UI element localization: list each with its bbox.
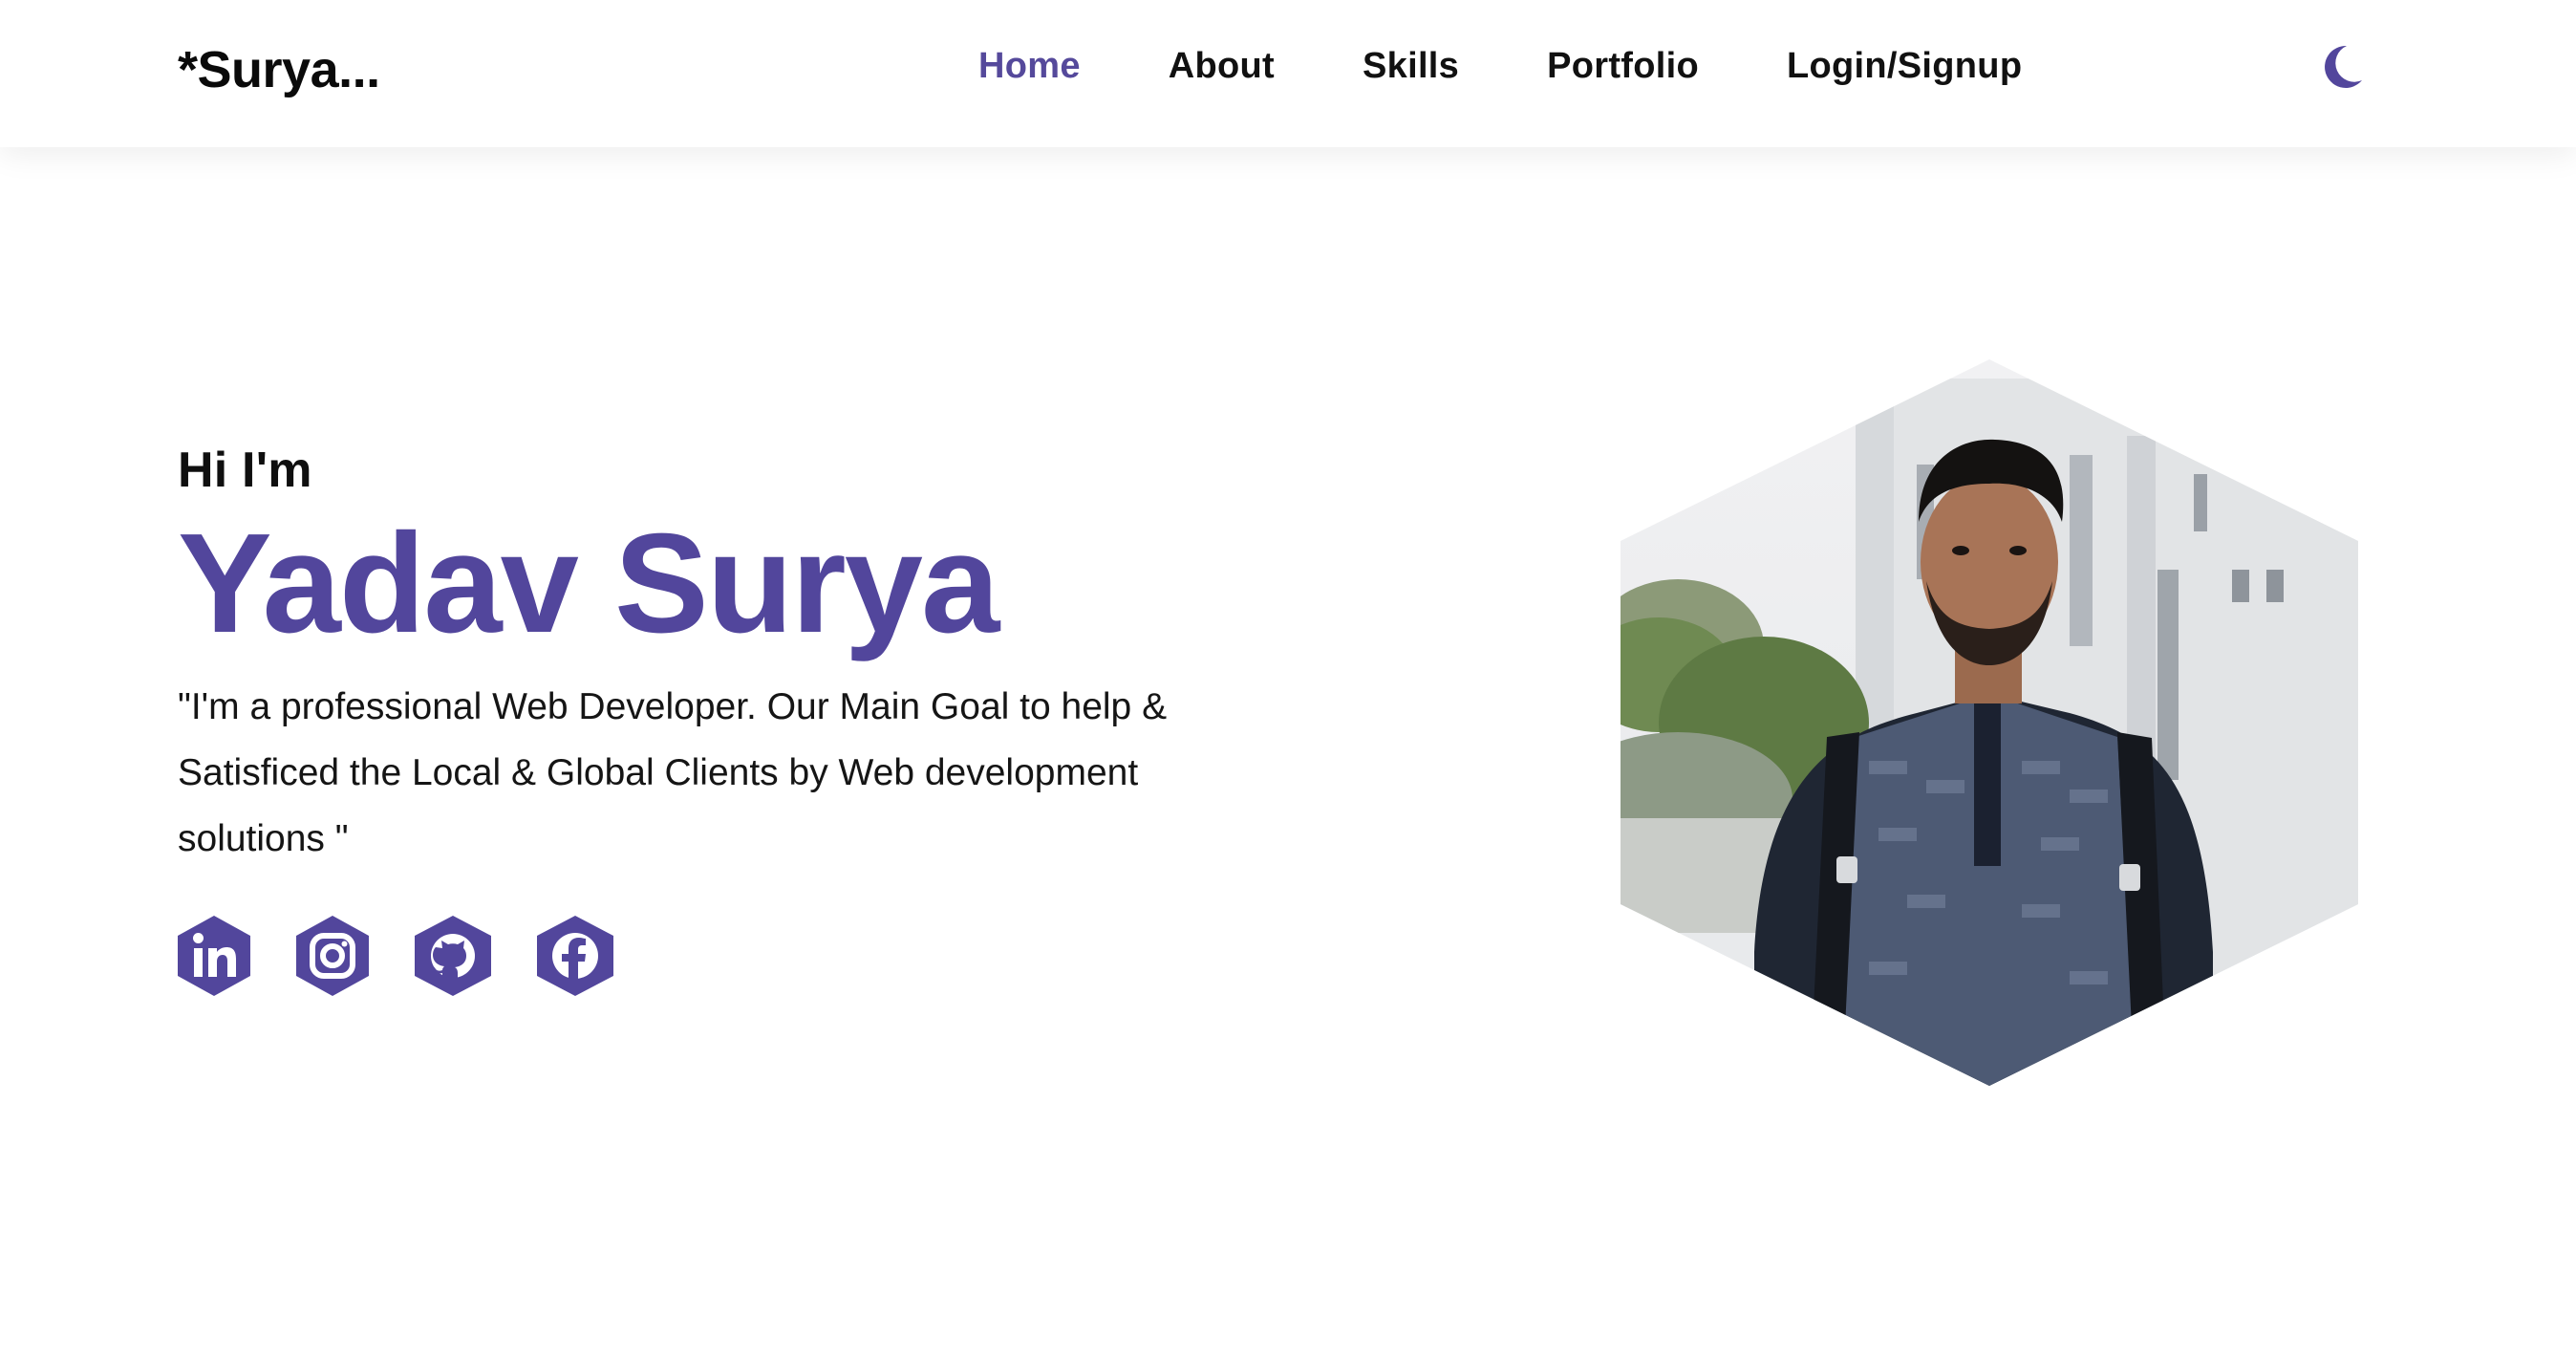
intro-section: Hi I'm Yadav Surya "I'm a professional W… — [178, 442, 1229, 872]
hero-tagline: "I'm a professional Web Developer. Our M… — [178, 685, 1168, 859]
site-logo[interactable]: *Surya... — [178, 40, 380, 99]
moon-icon[interactable] — [2316, 42, 2366, 92]
github-icon[interactable] — [415, 916, 491, 996]
nav-about[interactable]: About — [1169, 46, 1275, 87]
linkedin-icon[interactable] — [178, 916, 250, 996]
facebook-icon[interactable] — [537, 916, 613, 996]
greeting-text: Hi I'm — [178, 443, 312, 498]
nav-home[interactable]: Home — [978, 46, 1081, 87]
site-header: *Surya... Home About Skills Portfolio Lo… — [0, 0, 2576, 147]
social-links — [178, 916, 659, 996]
main-nav: Home About Skills Portfolio Login/Signup — [978, 46, 2022, 87]
nav-login-signup[interactable]: Login/Signup — [1787, 46, 2022, 87]
nav-portfolio[interactable]: Portfolio — [1547, 46, 1699, 87]
profile-photo — [1621, 359, 2358, 1086]
nav-skills[interactable]: Skills — [1363, 46, 1459, 87]
instagram-icon[interactable] — [296, 916, 369, 996]
hero-name: Yadav Surya — [178, 505, 999, 662]
